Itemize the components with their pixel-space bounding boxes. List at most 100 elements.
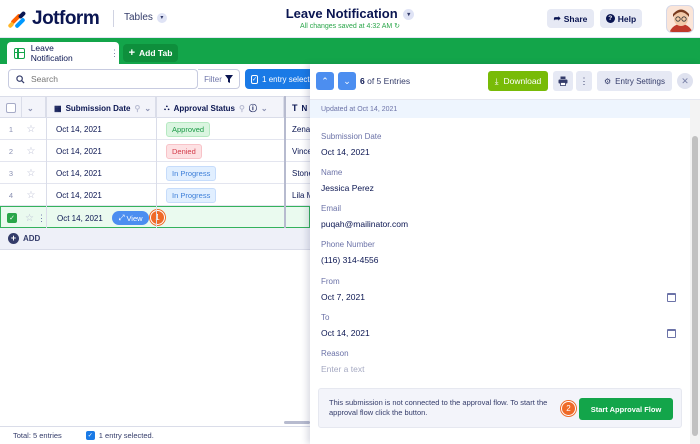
header-options[interactable]: ⌄ (22, 97, 46, 119)
field-value[interactable]: Oct 14, 2021 (321, 147, 370, 157)
search-icon (16, 74, 25, 84)
chevron-down-icon: ⌄ (144, 103, 152, 113)
field-label: From (321, 277, 340, 286)
add-row-label: ADD (23, 234, 41, 243)
plus-icon: + (8, 233, 19, 244)
field-from[interactable]: From Oct 7, 2021 (321, 277, 676, 302)
user-avatar[interactable] (666, 5, 694, 33)
chevron-up-icon: ⌃ (321, 75, 329, 86)
start-approval-flow-button[interactable]: Start Approval Flow (579, 398, 673, 420)
tab-bar: Leave Notification ⋮ + Add Tab (0, 38, 700, 64)
calendar-icon: ▦ (54, 103, 62, 113)
column-name[interactable]: T N (284, 97, 310, 119)
calendar-icon[interactable] (667, 328, 676, 338)
field-value[interactable]: Oct 14, 2021 (321, 328, 370, 338)
tab-options-icon[interactable]: ⋮ (110, 48, 119, 59)
chevron-down-icon: ▾ (403, 9, 415, 21)
print-button[interactable] (553, 71, 573, 91)
search-box[interactable] (8, 69, 198, 89)
check-icon: ✓ (85, 431, 95, 440)
status-badge: In Progress (166, 165, 217, 181)
status-badge: Denied (166, 143, 202, 159)
more-options-button[interactable]: ⋮ (576, 71, 592, 91)
cell-name: Zena (292, 124, 310, 134)
cell-date: Oct 14, 2021 (56, 124, 102, 134)
field-label: To (321, 313, 330, 322)
next-entry-button[interactable]: ⌄ (338, 72, 356, 90)
cell-name: Stone (292, 168, 310, 178)
filter-button[interactable]: Filter (198, 69, 240, 89)
row-checkbox[interactable]: ✓ (7, 213, 17, 223)
select-all-cell[interactable] (0, 97, 22, 119)
top-bar: Jotform Tables ▾ Leave Notification ▾ Al… (0, 0, 700, 38)
selected-count-text: 1 entry selected. (98, 431, 154, 440)
field-phone[interactable]: Phone Number (116) 314-4556 (321, 240, 676, 265)
horizontal-scrollbar[interactable] (284, 421, 310, 424)
field-value[interactable]: Jessica Perez (321, 183, 374, 193)
tab-leave-notification[interactable]: Leave Notification ⋮ (7, 42, 119, 64)
avatar-image (669, 9, 693, 32)
cell-date: Oct 14, 2021 (57, 213, 103, 223)
star-icon[interactable]: ☆ (22, 140, 40, 162)
help-icon: ? (605, 14, 615, 23)
total-entries: Total: 5 entries (13, 431, 62, 440)
field-name[interactable]: Name Jessica Perez (321, 168, 676, 193)
cell-status: Denied (166, 140, 202, 162)
column-label: N (301, 103, 308, 113)
row-number: 3 (8, 168, 14, 178)
vertical-scrollbar-thumb[interactable] (692, 136, 698, 436)
row-options-icon[interactable]: ⋮ (37, 207, 46, 229)
download-icon: ⤓ (494, 75, 499, 86)
add-tab-button[interactable]: + Add Tab (123, 44, 178, 62)
approval-flow-notice: This submission is not connected to the … (318, 388, 682, 428)
column-divider (46, 96, 47, 250)
column-divider (156, 96, 157, 250)
updated-text: Updated at Oct 14, 2021 (321, 105, 398, 113)
step-marker-2: 2 (561, 401, 576, 416)
previous-entry-button[interactable]: ⌃ (316, 72, 334, 90)
entry-current: 6 (360, 76, 365, 86)
calendar-icon[interactable] (667, 292, 676, 302)
text-type-icon: T (292, 103, 298, 113)
field-email[interactable]: Email puqah@mailinator.com (321, 204, 676, 229)
panel-toolbar: ⌃ ⌄ 6 of 5 Entries ⤓ Download ⋮ ⚙ Entry … (310, 64, 700, 100)
selected-count: ✓ 1 entry selected. (85, 431, 154, 440)
close-panel-button[interactable]: ✕ (677, 73, 693, 89)
form-title[interactable]: Leave Notification ▾ (0, 6, 700, 21)
column-approval-status[interactable]: ⛬ Approval Status ⚲ ⓘ ⌄ (156, 97, 284, 119)
cell-name: Lila M (292, 190, 310, 200)
field-submission-date[interactable]: Submission Date Oct 14, 2021 (321, 132, 676, 157)
search-input[interactable] (31, 74, 181, 84)
close-icon: ✕ (681, 75, 689, 86)
cell-date: Oct 14, 2021 (56, 168, 102, 178)
download-button[interactable]: ⤓ Download (488, 71, 548, 91)
field-value[interactable]: Oct 7, 2021 (321, 292, 365, 302)
entry-settings-button[interactable]: ⚙ Entry Settings (597, 71, 672, 91)
star-icon[interactable]: ☆ (25, 207, 34, 229)
form-title-text: Leave Notification (285, 6, 398, 21)
field-placeholder[interactable]: Enter a text (321, 364, 364, 374)
selected-entries-button[interactable]: ✓ 1 entry selected (245, 69, 315, 89)
add-row-button[interactable]: + ADD (8, 233, 40, 244)
cell-date: Oct 14, 2021 (56, 146, 102, 156)
column-submission-date[interactable]: ▦ Submission Date ⚲ ⌄ (46, 97, 156, 119)
cell-status: In Progress (166, 184, 217, 206)
cell-name: Vince (292, 146, 310, 156)
field-reason[interactable]: Reason Enter a text (321, 349, 676, 374)
field-value[interactable]: puqah@mailinator.com (321, 219, 408, 229)
field-to[interactable]: To Oct 14, 2021 (321, 313, 676, 338)
field-value[interactable]: (116) 314-4556 (321, 255, 379, 265)
row-checkbox-cell[interactable]: ✓ (7, 207, 17, 229)
field-label: Name (321, 168, 343, 177)
field-label: Email (321, 204, 342, 213)
cell-status: Approved (166, 118, 211, 140)
share-button[interactable]: ➦ Share (547, 9, 594, 28)
star-icon[interactable]: ☆ (22, 184, 40, 206)
chevron-down-icon: ⌄ (343, 75, 351, 86)
select-all-checkbox[interactable] (6, 103, 16, 113)
selected-label: 1 entry selected (262, 74, 315, 84)
star-icon[interactable]: ☆ (22, 118, 40, 140)
star-icon[interactable]: ☆ (22, 162, 40, 184)
view-entry-button[interactable]: ⤢ View (112, 211, 149, 225)
help-button[interactable]: ? Help (600, 9, 642, 28)
